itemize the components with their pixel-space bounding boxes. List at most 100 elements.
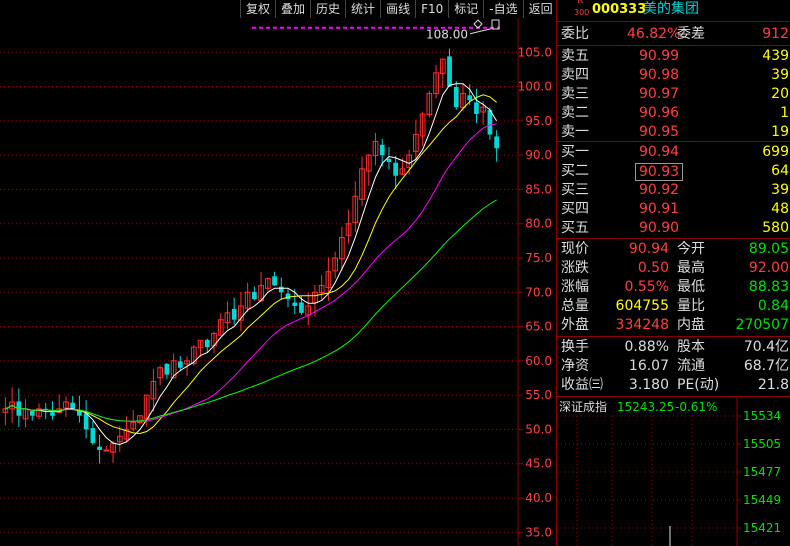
index-mini-chart[interactable]: 155341550515477154491542115392 (557, 398, 790, 546)
candle-body (50, 412, 55, 416)
bid-label: 买二 (561, 163, 589, 179)
candle-body (285, 293, 291, 300)
candle-body (487, 110, 493, 135)
ask-label: 卖二 (561, 105, 589, 121)
bid-volume: 699 (762, 144, 789, 160)
stock-terminal: 复权 叠加 历史 统计 画线 F10 标记 -自选 返回 105.0 100.0 9… (0, 0, 790, 546)
bid-volume: 64 (771, 163, 789, 179)
ask-volume: 39 (771, 67, 789, 83)
ask-label: 卖四 (561, 67, 589, 83)
y-tick-label: 75.0 (525, 251, 552, 265)
candle-body (231, 308, 237, 320)
ask-price: 90.96 (639, 105, 680, 121)
candle-body (474, 102, 479, 114)
fundamental-label: 股本 (677, 339, 705, 355)
candle-body (494, 136, 499, 149)
fundamental-label: PE(动) (677, 377, 720, 393)
remove-watchlist-button[interactable]: -自选 (483, 0, 522, 18)
ask-price: 90.97 (639, 86, 680, 102)
y-tick-label: 65.0 (525, 320, 552, 334)
mark-button[interactable]: 标记 (448, 0, 483, 18)
bid-volume: 48 (771, 201, 789, 217)
draw-line-button[interactable]: 画线 (380, 0, 415, 18)
quote-row: 涨跌 0.50 最高 92.00 (557, 259, 790, 278)
restore-rights-button[interactable]: 复权 (240, 0, 275, 18)
bid-label: 买四 (561, 201, 589, 217)
quote-label: 涨跌 (561, 260, 589, 276)
candle-body (103, 449, 110, 452)
quote-label: 涨幅 (561, 279, 589, 295)
fundamental-label: 换手 (561, 339, 589, 355)
bid-label: 买五 (561, 220, 589, 236)
ask-row: 卖二 90.96 1 (557, 104, 790, 123)
quote-label: 今开 (677, 241, 705, 257)
fundamental-value: 0.88% (624, 339, 669, 355)
y-tick-label: 55.0 (525, 388, 552, 402)
bid-price: 90.90 (639, 220, 680, 236)
quote-label: 最高 (677, 260, 705, 276)
y-tick-label: 95.0 (525, 114, 552, 128)
candle-body (97, 446, 102, 450)
quote-value: 90.94 (628, 241, 669, 257)
overlay-button[interactable]: 叠加 (275, 0, 310, 18)
ask-row: 卖五 90.99 439 (557, 47, 790, 66)
fundamental-row: 换手 0.88% 股本 70.4亿 (557, 338, 790, 357)
market-badge-top: R (577, 0, 584, 6)
quote-label: 总量 (561, 298, 589, 314)
bid-label: 买三 (561, 182, 589, 198)
ask-row: 卖一 90.95 19 (557, 123, 790, 142)
fundamental-value: 21.8 (757, 377, 789, 393)
quote-value: 88.83 (748, 279, 789, 295)
quote-row: 外盘 334248 内盘 270507 (557, 316, 790, 335)
y-tick-label: 100.0 (518, 80, 552, 94)
quote-label: 现价 (561, 241, 589, 257)
y-tick-label: 45.0 (525, 457, 552, 471)
quote-label: 量比 (677, 298, 705, 314)
kline-chart[interactable]: 105.0 100.0 95.0 90.0 85.0 80.0 75.0 70.0 65.0 60… (0, 18, 556, 546)
y-tick-label: 60.0 (525, 354, 552, 368)
bid-row: 买一 90.94 699 (557, 143, 790, 162)
mini-tick-label: 15534 (743, 409, 781, 423)
y-tick-label: 35.0 (525, 525, 552, 539)
fundamental-label: 净资 (561, 358, 589, 374)
candle-body (252, 291, 257, 300)
bid-price: 90.93 (635, 163, 684, 181)
bid-price: 90.94 (639, 144, 680, 160)
y-tick-label: 80.0 (525, 217, 552, 231)
ask-price: 90.98 (639, 67, 680, 83)
y-tick-label: 40.0 (525, 491, 552, 505)
bid-row: 买五 90.90 580 (557, 219, 790, 238)
ask-label: 卖三 (561, 86, 589, 102)
weibi-row: 委比 46.82% 委差 912 (557, 25, 790, 44)
quote-value: 0.84 (757, 298, 789, 314)
fundamental-row: 收益㈢ 3.180 PE(动) 21.8 (557, 376, 790, 395)
quote-value: 92.00 (748, 260, 789, 276)
y-tick-label: 105.0 (518, 45, 552, 59)
f10-button[interactable]: F10 (415, 0, 448, 18)
quote-value: 0.55% (624, 279, 669, 295)
weibi-label: 委比 (561, 26, 589, 42)
candle-body (204, 339, 210, 348)
fundamental-row: 净资 16.07 流通 68.7亿 (557, 357, 790, 376)
bid-row: 买三 90.92 39 (557, 181, 790, 200)
candle-body (83, 413, 89, 430)
candle-body (164, 363, 170, 375)
ask-volume: 439 (762, 48, 789, 64)
history-button[interactable]: 历史 (310, 0, 345, 18)
candle-body (70, 402, 76, 409)
y-tick-label: 50.0 (525, 422, 552, 436)
back-button[interactable]: 返回 (522, 0, 558, 18)
candle-body (278, 286, 284, 293)
quote-label: 最低 (677, 279, 705, 295)
quote-row: 总量 604755 量比 0.84 (557, 297, 790, 316)
statistics-button[interactable]: 统计 (345, 0, 380, 18)
candle-body (90, 428, 96, 444)
candle-body (467, 95, 473, 101)
candle-body (379, 144, 385, 156)
weibi-value: 46.82% (627, 26, 681, 42)
candle-body (272, 276, 277, 286)
mini-tick-label: 15505 (743, 437, 781, 451)
bid-label: 买一 (561, 144, 589, 160)
ask-label: 卖五 (561, 48, 589, 64)
fundamental-value: 70.4亿 (743, 339, 789, 355)
